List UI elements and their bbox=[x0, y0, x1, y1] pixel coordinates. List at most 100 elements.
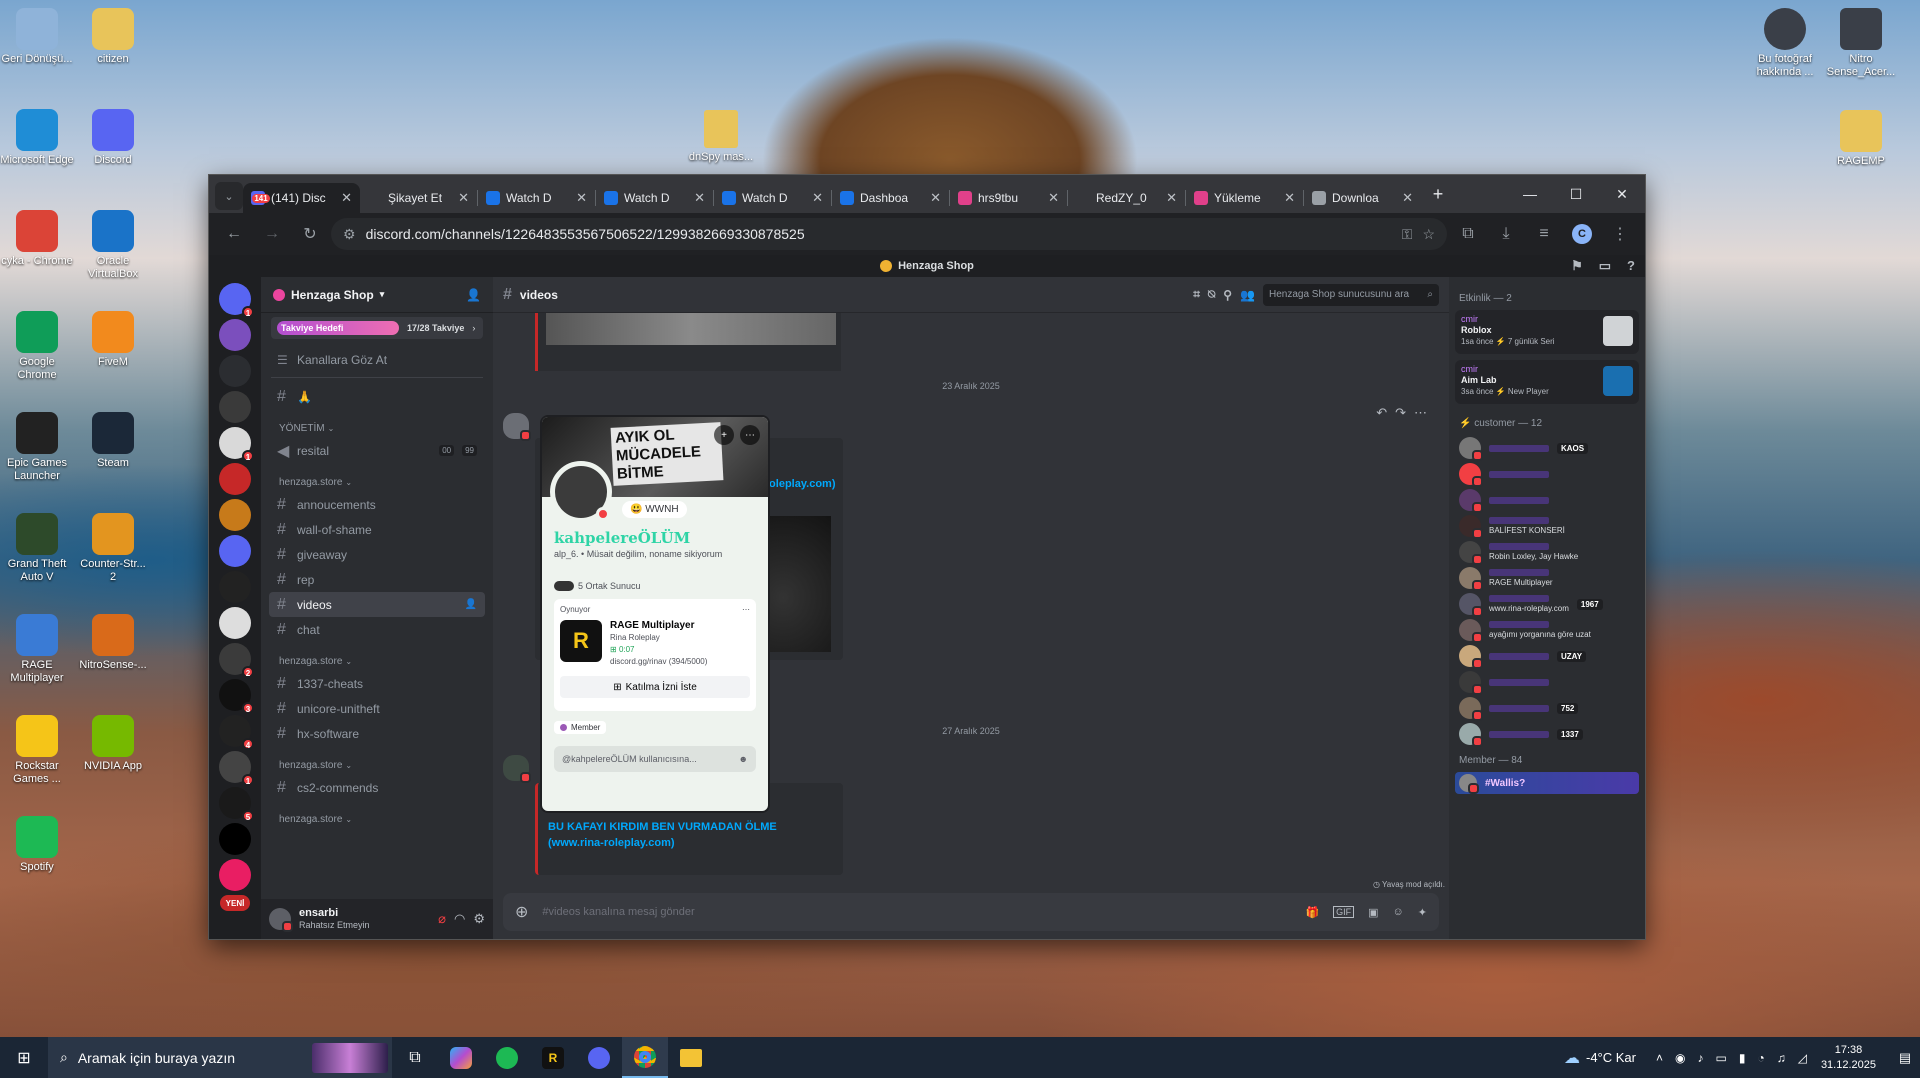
desktop-icon[interactable]: Geri Dönüşü... bbox=[0, 8, 74, 66]
desktop-icon[interactable]: Counter-Str... 2 bbox=[76, 513, 150, 584]
clock[interactable]: 17:38 31.12.2025 bbox=[1821, 1043, 1876, 1073]
new-servers-button[interactable]: YENİ bbox=[220, 895, 250, 911]
member-row[interactable]: UZAY bbox=[1455, 643, 1639, 669]
minimize-button[interactable]: — bbox=[1507, 175, 1553, 213]
add-member-icon[interactable]: 👤 bbox=[465, 599, 477, 610]
dm-input[interactable]: @kahpelereÖLÜM kullanıcısına... ☻ bbox=[554, 746, 756, 772]
more-icon[interactable]: ⋯ bbox=[1414, 405, 1427, 421]
guild-icon[interactable]: 2 bbox=[219, 643, 254, 678]
channel-item[interactable]: # hx-software bbox=[269, 721, 485, 746]
more-icon[interactable]: ⋯ bbox=[742, 605, 750, 614]
desktop-icon[interactable]: Microsoft Edge bbox=[0, 109, 74, 167]
channel-item[interactable]: # rep bbox=[269, 567, 485, 592]
menu-button[interactable]: ⋮ bbox=[1603, 217, 1637, 251]
desktop-icon[interactable]: Grand Theft Auto V bbox=[0, 513, 74, 584]
members-icon[interactable]: 👥 bbox=[1240, 288, 1255, 302]
forward-icon[interactable]: ↷ bbox=[1395, 405, 1406, 421]
guild-icon[interactable]: 3 bbox=[219, 679, 254, 714]
embed-title-link[interactable]: BU KAFAYI KIRDIM BEN VURMADAN ÖLME (www.… bbox=[548, 819, 833, 851]
reply-icon[interactable]: ↶ bbox=[1376, 405, 1387, 421]
maximize-button[interactable]: ☐ bbox=[1553, 175, 1599, 213]
media-button[interactable]: ≡ bbox=[1527, 217, 1561, 251]
desktop-icon[interactable]: FiveM bbox=[76, 311, 150, 369]
activity-card[interactable]: cmir Roblox 1sa önce ⚡ 7 günlük Seri bbox=[1455, 310, 1639, 354]
channel-category[interactable]: henzaga.store ⌄ bbox=[261, 642, 493, 671]
wifi-icon[interactable]: ◔ bbox=[1757, 1051, 1764, 1065]
guild-icon[interactable] bbox=[219, 607, 251, 639]
close-tab-icon[interactable]: ✕ bbox=[576, 190, 587, 206]
bookmark-star-icon[interactable]: ☆ bbox=[1422, 226, 1435, 243]
explorer-taskbar[interactable] bbox=[668, 1048, 714, 1067]
desktop-icon[interactable]: Oracle VirtualBox bbox=[76, 210, 150, 281]
channel-item[interactable]: # 🙏 bbox=[269, 384, 485, 409]
boost-goal[interactable]: Takviye Hedefi 17/28 Takviye › bbox=[271, 317, 483, 339]
channel-item[interactable]: # giveaway bbox=[269, 542, 485, 567]
spotify-taskbar[interactable] bbox=[484, 1046, 530, 1069]
guild-icon[interactable]: 1 bbox=[219, 283, 254, 318]
downloads-button[interactable]: ⤓ bbox=[1489, 217, 1523, 251]
guild-icon[interactable]: 4 bbox=[219, 715, 254, 750]
notification-bell-icon[interactable]: ⍉ bbox=[1208, 287, 1215, 302]
copilot-button[interactable] bbox=[438, 1046, 484, 1069]
notification-button[interactable]: ▤ bbox=[1890, 1050, 1920, 1066]
browser-tab[interactable]: 141 (141) Disc ✕ bbox=[243, 183, 360, 213]
guild-icon[interactable] bbox=[219, 355, 251, 387]
channel-category[interactable]: henzaga.store ⌄ bbox=[261, 800, 493, 829]
member-row[interactable]: ayağımı yorganına göre uzat bbox=[1455, 617, 1639, 643]
avatar[interactable] bbox=[503, 755, 531, 783]
add-member-icon[interactable]: 👤 bbox=[466, 288, 481, 302]
member-row[interactable]: www.rina-roleplay.com 1967 bbox=[1455, 591, 1639, 617]
forward-button[interactable]: → bbox=[255, 217, 289, 251]
desktop-icon[interactable]: Google Chrome bbox=[0, 311, 74, 382]
channel-item[interactable]: # annoucements bbox=[269, 492, 485, 517]
new-tab-button[interactable]: + bbox=[1421, 177, 1455, 211]
channel-category[interactable]: YÖNETİM ⌄ bbox=[261, 409, 493, 438]
apps-icon[interactable]: ✦ bbox=[1418, 906, 1427, 919]
desktop-icon[interactable]: Nitro Sense_Acer... bbox=[1824, 8, 1898, 79]
desktop-icon[interactable]: Rockstar Games ... bbox=[0, 715, 74, 786]
browser-tab[interactable]: Downloa ✕ bbox=[1304, 183, 1421, 213]
close-tab-icon[interactable]: ✕ bbox=[1166, 190, 1177, 206]
browser-tab[interactable]: Yükleme ✕ bbox=[1186, 183, 1303, 213]
desktop-icon[interactable]: Epic Games Launcher bbox=[0, 412, 74, 483]
close-tab-icon[interactable]: ✕ bbox=[694, 190, 705, 206]
channel-category[interactable]: henzaga.store ⌄ bbox=[261, 746, 493, 775]
discord-taskbar[interactable] bbox=[576, 1046, 622, 1069]
address-bar[interactable]: ⚙ discord.com/channels/12264835535675065… bbox=[331, 218, 1447, 250]
reload-button[interactable]: ↻ bbox=[293, 217, 327, 251]
settings-gear-icon[interactable]: ⚙ bbox=[473, 911, 485, 927]
desktop-icon[interactable]: Spotify bbox=[0, 816, 74, 874]
channel-category[interactable]: henzaga.store ⌄ bbox=[261, 463, 493, 492]
desktop-icon[interactable]: NitroSense-... bbox=[76, 614, 150, 672]
avatar[interactable] bbox=[503, 413, 531, 441]
close-tab-icon[interactable]: ✕ bbox=[1284, 190, 1295, 206]
member-row[interactable]: 1337 bbox=[1455, 721, 1639, 747]
tab-search-button[interactable]: ⌄ bbox=[215, 182, 243, 210]
desktop-icon-dnspy[interactable]: dnSpy mas... bbox=[684, 110, 758, 164]
extensions-button[interactable]: ⧉ bbox=[1451, 217, 1485, 251]
browser-tab[interactable]: hrs9tbu ✕ bbox=[950, 183, 1067, 213]
channel-item[interactable]: #1337-cheats bbox=[269, 671, 485, 696]
battery-icon[interactable]: ▮ bbox=[1739, 1051, 1746, 1065]
channel-item[interactable]: ◀ resital 00 99 bbox=[269, 438, 485, 463]
desktop-icon[interactable]: Discord bbox=[76, 109, 150, 167]
avatar[interactable] bbox=[269, 908, 293, 932]
plus-circle-icon[interactable]: ⊕ bbox=[515, 902, 528, 922]
chevron-up-icon[interactable]: ˄ bbox=[1656, 1051, 1663, 1065]
mic-muted-icon[interactable]: ⌀ bbox=[438, 911, 446, 927]
video-embed-top[interactable] bbox=[535, 313, 841, 371]
emoji-icon[interactable]: ☻ bbox=[739, 754, 748, 764]
desktop-icon[interactable]: Bu fotoğraf hakkında ... bbox=[1748, 8, 1822, 79]
member-row[interactable] bbox=[1455, 669, 1639, 695]
desktop-icon[interactable]: NVIDIA App bbox=[76, 715, 150, 773]
browser-tab[interactable]: Dashboa ✕ bbox=[832, 183, 949, 213]
channel-item[interactable]: # unicore-unitheft bbox=[269, 696, 485, 721]
member-row[interactable]: Robin Loxley, Jay Hawke bbox=[1455, 539, 1639, 565]
guild-icon[interactable]: 1 bbox=[219, 427, 254, 462]
close-tab-icon[interactable]: ✕ bbox=[1048, 190, 1059, 206]
search-input[interactable]: Henzaga Shop sunucusunu ara ⌕ bbox=[1263, 283, 1439, 306]
member-row[interactable] bbox=[1455, 461, 1639, 487]
browser-tab[interactable]: Watch D ✕ bbox=[714, 183, 831, 213]
volume-icon[interactable]: ♫ bbox=[1777, 1051, 1786, 1065]
channel-item[interactable]: # cs2-commends bbox=[269, 775, 485, 800]
